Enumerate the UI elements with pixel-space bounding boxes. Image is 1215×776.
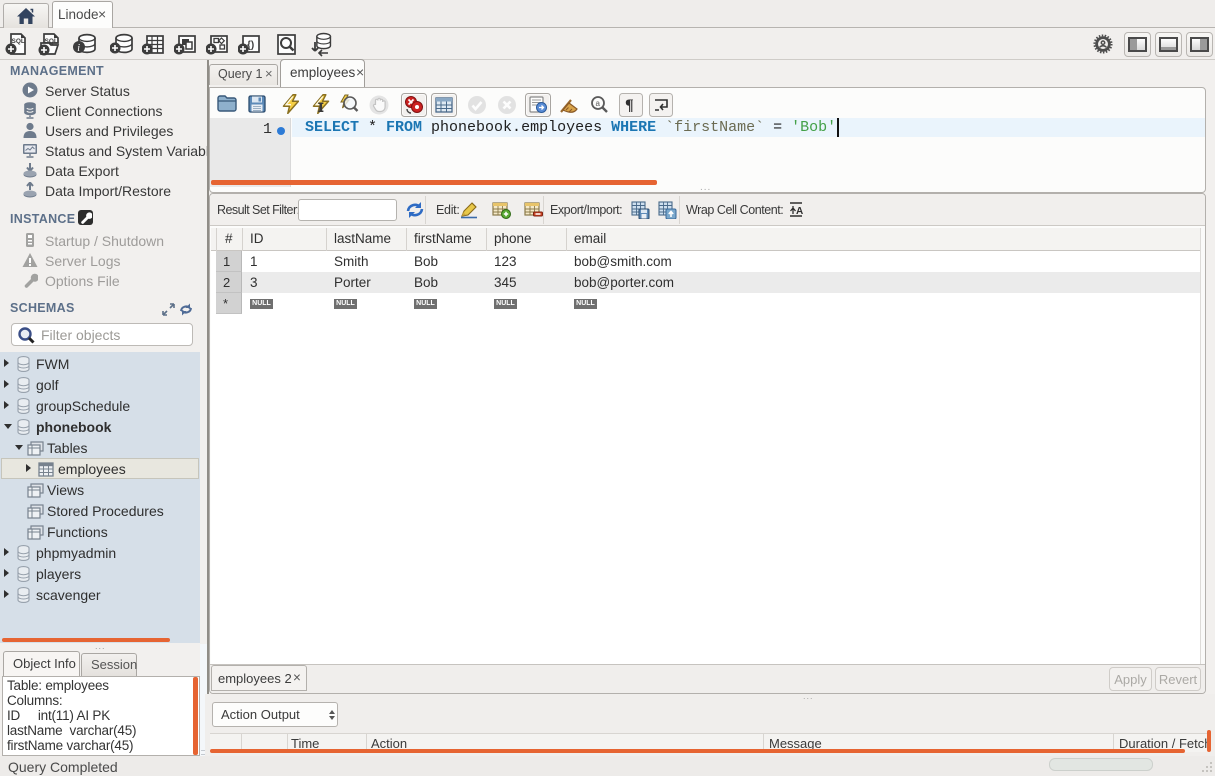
svg-text:SQL: SQL (45, 38, 58, 45)
svg-text:i: i (77, 43, 80, 54)
svg-text:a: a (596, 99, 601, 108)
svg-text:SQL: SQL (12, 38, 25, 45)
svg-text:¶: ¶ (625, 97, 634, 114)
svg-text:A: A (796, 206, 803, 217)
